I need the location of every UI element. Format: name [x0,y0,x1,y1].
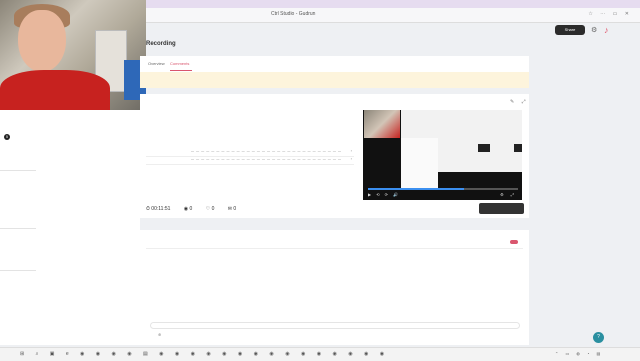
chevron-right-icon: › [350,148,352,153]
count-badge: 5 [4,134,10,140]
tab-bar: Overview Comments [140,56,529,72]
comments-value: 0 [233,206,237,212]
detail-field[interactable]: › [146,156,354,165]
recording-stats: ⏱ 00:11:51 ◉ 0 ♡ 0 ✉ 0 [146,206,248,212]
video-inner-sidebar [401,138,438,188]
video-webcam-thumbnail [364,110,400,138]
video-progress-fill [368,188,464,190]
duration-value: 00:11:51 [151,206,171,212]
webcam-overlay [0,0,146,110]
field-line [191,159,341,160]
comment-input[interactable] [150,322,520,329]
gear-icon[interactable]: ⚙ [591,26,597,34]
views-value: 0 [189,206,193,212]
brand-logo-icon[interactable]: ♪ [604,25,609,35]
chevron-right-icon: › [350,156,352,161]
toggle-switch[interactable] [510,240,518,245]
divider [146,248,523,249]
page-title: Recording [146,41,176,47]
system-tray-icons[interactable]: ⌃ ▭ ◍ ◔ ▤ [555,351,603,356]
video-controls-right[interactable]: ⚙ ⤢ [500,192,517,197]
comments-stat: ✉ 0 [227,206,237,212]
attach-icon[interactable]: ⊕ [158,332,161,337]
sidebar: 5 [0,110,140,345]
browser-toolbar-icons[interactable]: ☆ ⋯ ▭ ✕ [588,11,632,17]
sidebar-item-with-badge[interactable]: 5 [2,134,10,140]
video-progress-bar[interactable] [368,188,518,190]
duration-stat: ⏱ 00:11:51 [146,206,171,212]
likes-value: 0 [211,206,215,212]
divider [0,228,36,229]
active-tab-indicator [170,70,192,71]
comments-card: ⊕ [140,230,529,345]
browser-address-bar[interactable]: Ctrl Studio - Gudrun ☆ ⋯ ▭ ✕ [146,8,640,23]
notice-banner [140,72,529,88]
share-button[interactable]: Share [555,25,585,35]
video-inner-thumb [514,144,522,152]
recording-card: ✎ ⤢ › › ▶ ⟲ ⟳ 🔊 ⚙ ⤢ ⏱ 00:11:51 ◉ 0 ♡ 0 ✉… [140,94,529,218]
join-button[interactable] [479,203,524,214]
person-shirt [0,70,110,110]
taskbar: ⊞ ⌕ ▣ e ◉ ◉ ◉ ◉ ▤ ◉ ◉ ◉ ◉ ◉ ◉ ◉ ◉ ◉ ◉ ◉ … [0,347,640,361]
taskbar-app-icons[interactable]: ⊞ ⌕ ▣ e ◉ ◉ ◉ ◉ ▤ ◉ ◉ ◉ ◉ ◉ ◉ ◉ ◉ ◉ ◉ ◉ … [20,351,389,357]
tab-overview[interactable]: Overview [148,61,165,66]
video-inner-thumb [478,144,490,152]
video-controls-left[interactable]: ▶ ⟲ ⟳ 🔊 [368,192,400,197]
divider [0,270,36,271]
video-player[interactable]: ▶ ⟲ ⟳ 🔊 ⚙ ⤢ [363,110,522,200]
help-chat-icon[interactable]: ? [593,332,604,343]
person-face [18,10,66,72]
field-line [191,151,341,152]
divider [0,170,36,171]
comments-toggle[interactable] [508,240,518,245]
views-stat: ◉ 0 [183,206,193,212]
url-text[interactable]: Ctrl Studio - Gudrun [271,11,315,17]
likes-stat: ♡ 0 [205,206,215,212]
tab-comments[interactable]: Comments [170,61,189,66]
card-action-icons[interactable]: ✎ ⤢ [510,99,529,105]
video-screen-content [401,110,522,188]
